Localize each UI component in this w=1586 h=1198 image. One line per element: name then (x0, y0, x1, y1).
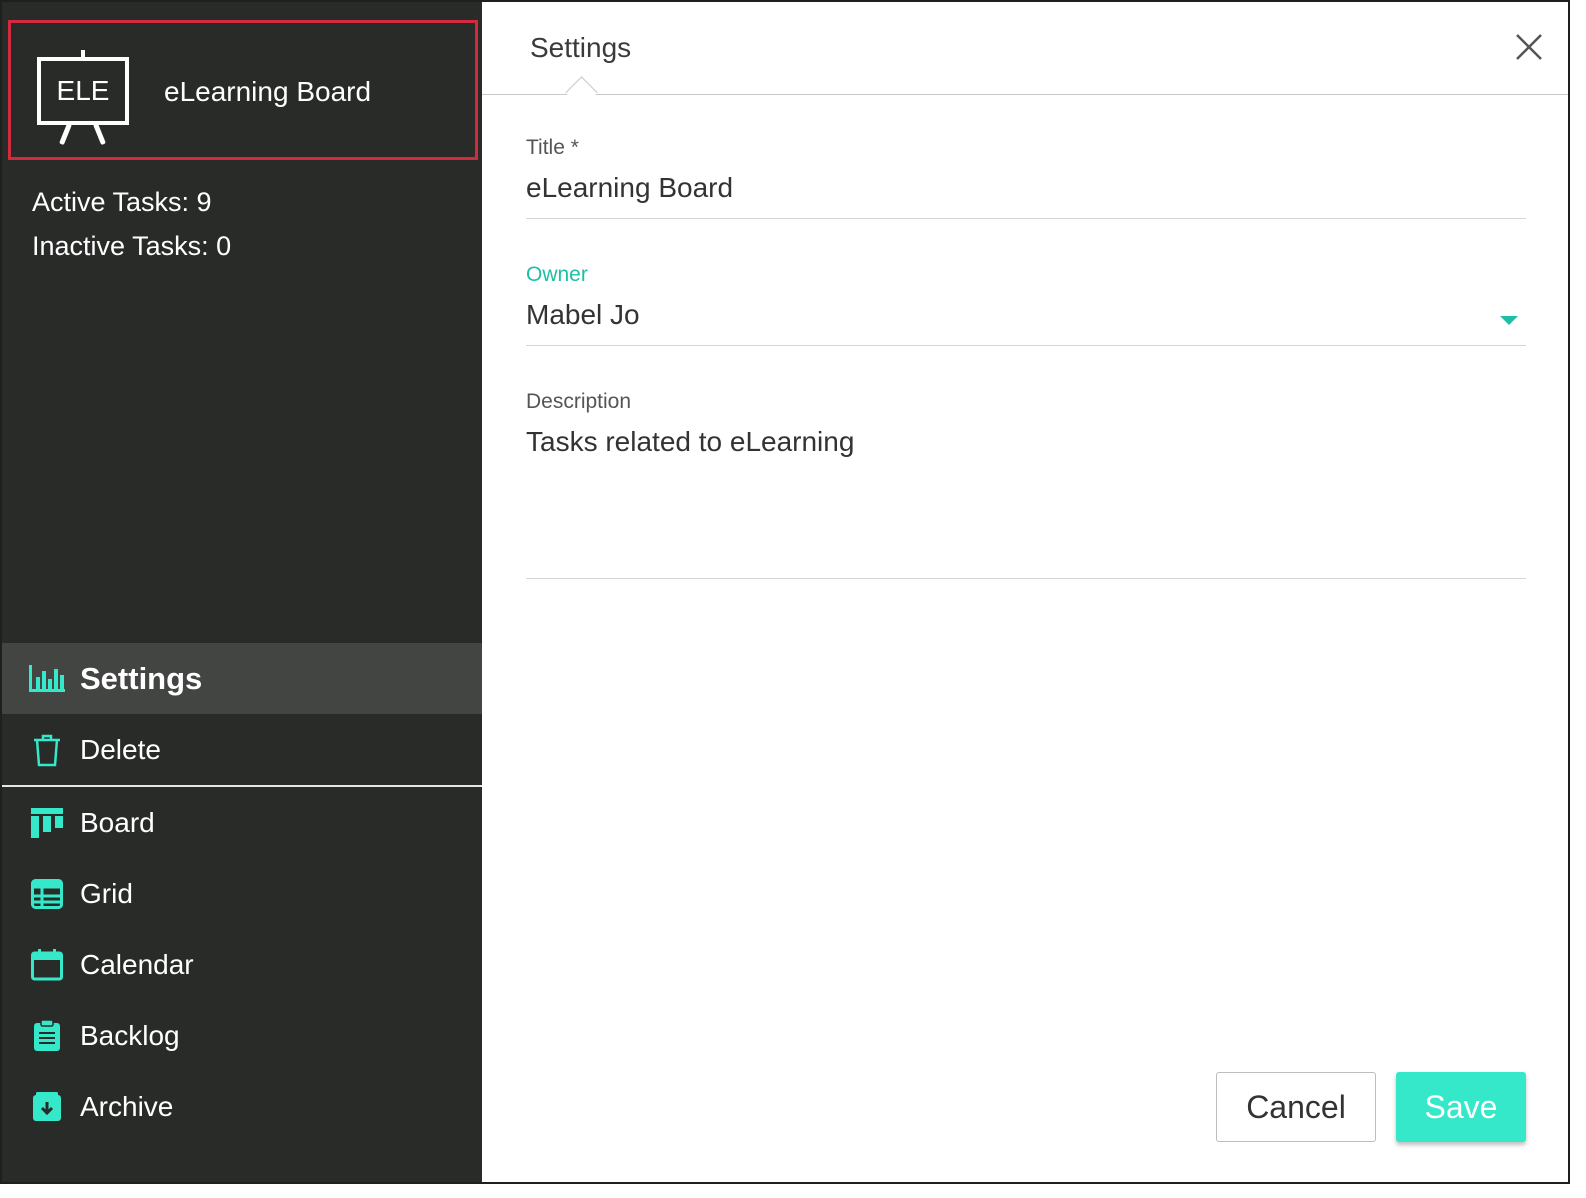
archive-box-icon (28, 1088, 66, 1126)
title-underline (526, 218, 1526, 219)
owner-label: Owner (526, 263, 588, 286)
board-header[interactable]: ELE eLearning Board (8, 20, 478, 160)
easel-board-icon: ELE (37, 50, 129, 146)
sidebar-item-label: Delete (80, 733, 161, 765)
settings-dialog: Settings Title * eLearning Board Owner M… (482, 2, 1568, 1182)
calendar-icon (28, 946, 66, 984)
description-field[interactable]: Description Tasks related to eLearning (526, 390, 1526, 580)
trash-icon (28, 731, 66, 769)
description-label: Description (526, 390, 632, 413)
save-button[interactable]: Save (1396, 1072, 1526, 1142)
close-icon[interactable] (1512, 30, 1546, 64)
sidebar: ELE eLearning Board Active Tasks: 9 Inac… (2, 2, 482, 1182)
sidebar-item-board[interactable]: Board (2, 787, 482, 858)
bar-chart-icon (28, 660, 66, 698)
active-tasks-count: Active Tasks: 9 (32, 187, 212, 217)
cancel-button[interactable]: Cancel (1216, 1072, 1376, 1142)
clipboard-icon (28, 1017, 66, 1055)
sidebar-item-calendar[interactable]: Calendar (2, 929, 482, 1000)
grid-table-icon (28, 875, 66, 913)
app-window: ELE eLearning Board Active Tasks: 9 Inac… (0, 0, 1570, 1184)
task-stats: Active Tasks: 9 Inactive Tasks: 0 (32, 180, 231, 268)
sidebar-item-archive[interactable]: Archive (2, 1071, 482, 1142)
title-input[interactable]: eLearning Board (526, 172, 1526, 204)
sidebar-item-settings[interactable]: Settings (2, 643, 482, 714)
sidebar-item-backlog[interactable]: Backlog (2, 1000, 482, 1071)
board-icon-text: ELE (37, 57, 129, 125)
sidebar-item-delete[interactable]: Delete (2, 714, 482, 785)
tab-indicator (565, 76, 598, 109)
dropdown-arrow-icon[interactable] (1500, 316, 1518, 325)
inactive-tasks-count: Inactive Tasks: 0 (32, 231, 232, 261)
title-field[interactable]: Title * eLearning Board (526, 136, 1526, 222)
description-underline (526, 578, 1526, 579)
sidebar-item-label: Settings (80, 660, 203, 696)
sidebar-item-label: Calendar (80, 948, 194, 980)
owner-underline (526, 345, 1526, 346)
owner-field[interactable]: Owner Mabel Jo (526, 263, 1526, 349)
sidebar-menu: Settings Delete Board Grid Calendar Back… (2, 643, 482, 1142)
board-name: eLearning Board (164, 76, 372, 107)
board-columns-icon (28, 804, 66, 842)
sidebar-item-label: Grid (80, 877, 133, 909)
owner-select[interactable]: Mabel Jo (526, 299, 1526, 331)
title-label: Title * (526, 136, 579, 159)
dialog-tab-bar: Settings (482, 2, 1568, 109)
sidebar-item-label: Board (80, 806, 155, 838)
sidebar-item-grid[interactable]: Grid (2, 858, 482, 929)
tab-settings[interactable]: Settings (530, 32, 631, 64)
sidebar-item-label: Archive (80, 1090, 174, 1122)
description-textarea[interactable]: Tasks related to eLearning (526, 426, 1526, 458)
sidebar-item-label: Backlog (80, 1019, 180, 1051)
